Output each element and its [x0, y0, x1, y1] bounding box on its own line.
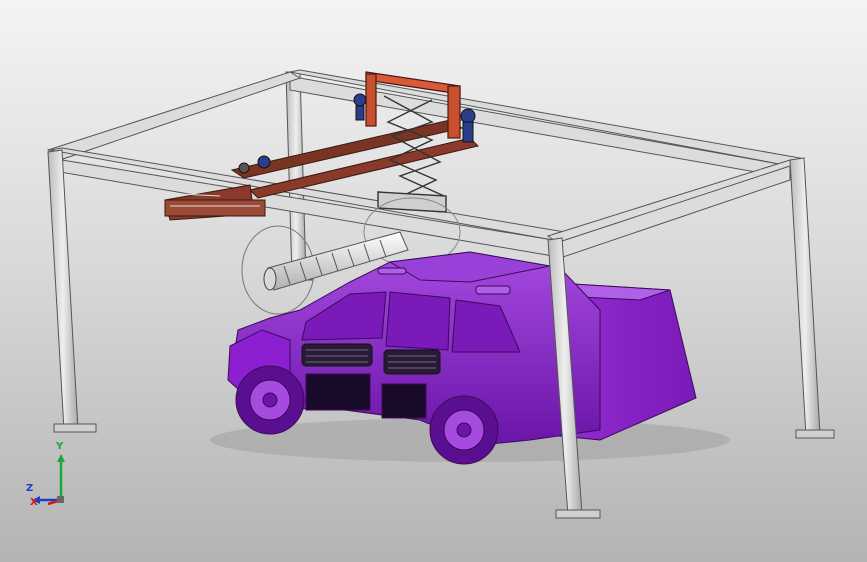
- frame-back-post-right: [789, 157, 835, 439]
- frame-top-beams: [46, 69, 802, 259]
- assembly-model[interactable]: [0, 0, 867, 562]
- motor-1-icon: [353, 93, 367, 121]
- triad-y-label: Y: [56, 441, 64, 452]
- car-wheel-front: [235, 365, 305, 435]
- 3d-viewport[interactable]: Y Z X: [0, 0, 867, 562]
- triad-arrows-icon: [32, 454, 65, 506]
- car-window-mid: [385, 291, 451, 351]
- coordinate-triad: Y Z X: [24, 440, 84, 520]
- motor-2-icon: [460, 108, 476, 143]
- car-wheel-rear: [429, 395, 499, 465]
- triad-z-label: Z: [26, 483, 34, 494]
- car-window-front: [301, 291, 387, 341]
- triad-x-label: X: [30, 497, 38, 508]
- frame-front-post-left: [47, 149, 97, 433]
